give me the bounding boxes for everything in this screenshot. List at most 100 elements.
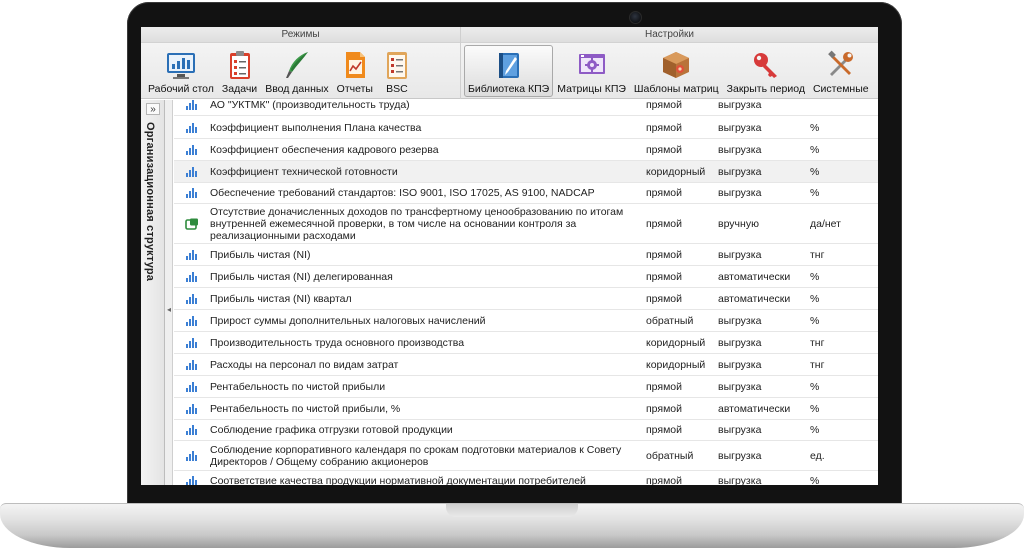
kpi-load-method-cell: выгрузка	[718, 187, 762, 199]
kpi-name-cell: Прирост суммы дополнительных налоговых н…	[210, 314, 486, 327]
bsc-button[interactable]: BSC	[377, 45, 417, 97]
kpi-name-cell: Расходы на персонал по видам затрат	[210, 358, 399, 371]
ribbon-group-title-settings: Настройки	[461, 27, 878, 43]
table-row[interactable]: Рентабельность по чистой прибыли, % прямо…	[174, 398, 878, 420]
kpi-type-cell: коридорный	[646, 165, 706, 178]
kpi-name-cell: Коэффициент обеспечения кадрового резерв…	[210, 144, 439, 156]
laptop-base	[0, 503, 1024, 548]
row-icon-cell	[174, 425, 210, 435]
kpi-name-cell: Прибыль чистая (NI) делегированная	[210, 270, 393, 283]
kpi-type-cell: прямой	[646, 380, 683, 393]
desktop-button[interactable]: Рабочий стол	[144, 45, 218, 97]
kpi-type-cell: прямой	[646, 424, 683, 436]
key-icon	[753, 53, 777, 78]
bsc-button-label: BSC	[386, 83, 408, 95]
kpi-unit-cell: %	[810, 165, 820, 178]
reports-button-label: Отчеты	[336, 83, 373, 95]
table-row[interactable]: Коэффициент обеспечения кадрового резерв…	[174, 140, 878, 161]
kpi-matrix-gear-icon	[578, 54, 605, 74]
table-row[interactable]: Коэффициент технической готовности коридо…	[174, 161, 878, 183]
kpi-name-cell: Коэффициент выполнения Плана качества	[210, 121, 422, 134]
kpi-type-cell: прямой	[646, 248, 683, 261]
row-icon-cell	[174, 188, 210, 198]
kpi-name-cell: Отсутствие доначисленных доходов по тран…	[210, 205, 624, 242]
row-icon-cell	[174, 249, 210, 260]
kpi-unit-cell: %	[810, 314, 820, 327]
kpi-type-cell: прямой	[646, 292, 683, 305]
bsc-checklist-icon	[386, 52, 407, 79]
splitter-arrow-icon[interactable]: ◂	[165, 305, 173, 314]
org-structure-title: Организационная структура	[144, 122, 156, 282]
data-entry-button-label: Ввод данных	[265, 83, 329, 95]
kpi-matrices-button[interactable]: Матрицы КПЭ	[553, 45, 630, 97]
kpi-name-cell: Производительность труда основного произ…	[210, 336, 465, 349]
table-row[interactable]: АО "УКТМК" (производительность труда) пря…	[174, 100, 878, 116]
table-row[interactable]: Прибыль чистая (NI) прямой выгрузка тнг	[174, 244, 878, 266]
kpi-type-cell: прямой	[646, 187, 683, 199]
row-icon-cell	[174, 315, 210, 326]
kpi-bar-chart-icon	[186, 315, 197, 326]
kpi-load-method-cell: выгрузка	[718, 358, 762, 371]
manual-kpi-icon	[185, 218, 198, 230]
kpi-unit-cell: %	[810, 144, 820, 156]
panel-splitter[interactable]: ◂	[165, 100, 173, 485]
system-settings-button-label: Системные	[812, 83, 869, 95]
row-icon-cell	[174, 145, 210, 155]
kpi-bar-chart-icon	[186, 166, 197, 177]
expand-panel-button[interactable]: »	[146, 103, 160, 115]
kpi-bar-chart-icon	[186, 475, 197, 485]
kpi-name-cell: Соблюдение графика отгрузки готовой прод…	[210, 424, 453, 436]
row-icon-cell	[174, 450, 210, 461]
kpi-name-cell: АО "УКТМК" (производительность труда)	[210, 100, 410, 111]
table-row[interactable]: Расходы на персонал по видам затрат корид…	[174, 354, 878, 376]
kpi-type-cell: обратный	[646, 449, 694, 462]
table-row[interactable]: Производительность труда основного произ…	[174, 332, 878, 354]
table-row[interactable]: Прибыль чистая (NI) делегированная прямой…	[174, 266, 878, 288]
row-icon-cell	[174, 166, 210, 177]
kpi-bar-chart-icon	[186, 450, 197, 461]
row-icon-cell	[174, 271, 210, 282]
kpi-unit-cell: %	[810, 424, 820, 436]
ribbon-group-settings: Настройки Библиотека КПЭ Матрицы КПЭ Шаб…	[461, 27, 878, 99]
kpi-name-cell: Коэффициент технической готовности	[210, 165, 398, 178]
tasks-button-label: Задачи	[221, 83, 258, 95]
table-row[interactable]: Соблюдение корпоративного календаря по с…	[174, 441, 878, 471]
table-row[interactable]: Прирост суммы дополнительных налоговых н…	[174, 310, 878, 332]
system-settings-button[interactable]: Системные	[809, 45, 873, 97]
close-period-button[interactable]: Закрыть период	[723, 45, 809, 97]
kpi-load-method-cell: автоматически	[718, 402, 791, 415]
tasks-button[interactable]: Задачи	[218, 45, 261, 97]
table-row[interactable]: Соблюдение графика отгрузки готовой прод…	[174, 420, 878, 441]
data-entry-button[interactable]: Ввод данных	[261, 45, 332, 97]
kpi-unit-cell: тнг	[810, 358, 825, 371]
reports-button[interactable]: Отчеты	[333, 45, 377, 97]
kpi-table: АО "УКТМК" (производительность труда) пря…	[174, 100, 878, 485]
quill-pen-icon	[285, 52, 308, 78]
dashboard-chart-icon	[166, 53, 195, 79]
kpi-bar-chart-icon	[186, 271, 197, 282]
table-row[interactable]: Обеспечение требований стандартов: ISO 9…	[174, 183, 878, 204]
kpi-matrices-button-label: Матрицы КПЭ	[557, 83, 626, 95]
kpi-name-cell: Прибыль чистая (NI) квартал	[210, 292, 352, 305]
row-icon-cell	[174, 100, 210, 110]
kpi-unit-cell: ед.	[810, 449, 825, 462]
table-row[interactable]: Прибыль чистая (NI) квартал прямой автомат…	[174, 288, 878, 310]
kpi-name-cell: Соответствие качества продукции норматив…	[210, 474, 586, 486]
table-row[interactable]: Соответствие качества продукции норматив…	[174, 471, 878, 485]
table-row[interactable]: Рентабельность по чистой прибыли прямой вы…	[174, 376, 878, 398]
kpi-load-method-cell: вручную	[718, 217, 759, 230]
org-structure-panel[interactable]: » Организационная структура	[141, 100, 165, 485]
kpi-bar-chart-icon	[186, 249, 197, 260]
kpi-library-button[interactable]: Библиотека КПЭ	[464, 45, 554, 97]
ribbon-group-modes: Режимы Рабочий стол Задачи Ввод данных О…	[141, 27, 461, 99]
kpi-type-cell: прямой	[646, 270, 683, 283]
matrix-template-box-icon	[663, 52, 690, 78]
matrix-templates-button[interactable]: Шаблоны матриц	[630, 45, 723, 97]
kpi-bar-chart-icon	[186, 293, 197, 304]
table-row[interactable]: Коэффициент выполнения Плана качества пря…	[174, 117, 878, 139]
kpi-load-method-cell: выгрузка	[718, 144, 762, 156]
kpi-unit-cell: да/нет	[810, 217, 841, 230]
kpi-name-cell: Прибыль чистая (NI)	[210, 248, 311, 261]
kpi-bar-chart-icon	[186, 100, 197, 110]
table-row[interactable]: Отсутствие доначисленных доходов по тран…	[174, 204, 878, 244]
